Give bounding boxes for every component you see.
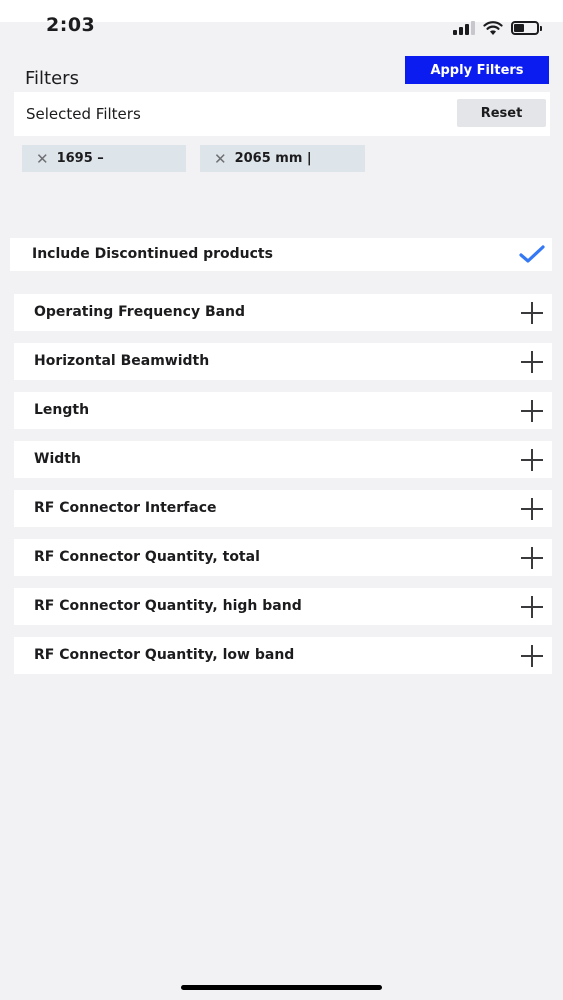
- filter-category-rf-connector-quantity-low-band[interactable]: RF Connector Quantity, low band: [14, 637, 552, 674]
- remove-chip-icon[interactable]: ✕: [36, 150, 49, 168]
- filter-category-rf-connector-quantity-high-band[interactable]: RF Connector Quantity, high band: [14, 588, 552, 625]
- filter-category-label: Operating Frequency Band: [34, 304, 246, 320]
- expand-plus-icon[interactable]: [521, 596, 543, 618]
- filter-category-operating-frequency-band[interactable]: Operating Frequency Band: [14, 294, 552, 331]
- checkmark-icon[interactable]: [519, 244, 545, 264]
- filter-category-label: Horizontal Beamwidth: [34, 353, 210, 369]
- filter-chip[interactable]: ✕ 1695 –: [22, 145, 186, 172]
- reset-button[interactable]: Reset: [457, 99, 546, 127]
- filter-category-label: Width: [34, 451, 81, 467]
- battery-level: [514, 24, 524, 32]
- filter-category-label: RF Connector Quantity, low band: [34, 647, 295, 663]
- page-title: Filters: [25, 68, 79, 89]
- filter-chip-label: 1695 –: [56, 151, 104, 166]
- expand-plus-icon[interactable]: [521, 302, 543, 324]
- status-icons: [453, 18, 542, 38]
- filter-category-label: RF Connector Quantity, total: [34, 549, 260, 565]
- filter-category-length[interactable]: Length: [14, 392, 552, 429]
- filter-chip-label: 2065 mm |: [234, 151, 312, 166]
- wifi-icon: [483, 20, 503, 35]
- expand-plus-icon[interactable]: [521, 645, 543, 667]
- filter-category-label: RF Connector Interface: [34, 500, 217, 516]
- cellular-signal-icon: [453, 21, 475, 35]
- home-indicator[interactable]: [181, 985, 382, 990]
- expand-plus-icon[interactable]: [521, 498, 543, 520]
- include-discontinued-label: Include Discontinued products: [32, 246, 273, 262]
- selected-filters-bar: Selected Filters Reset: [14, 92, 550, 136]
- filter-categories-list: Operating Frequency Band Horizontal Beam…: [14, 294, 552, 686]
- include-discontinued-toggle[interactable]: Include Discontinued products: [10, 238, 552, 271]
- apply-filters-button[interactable]: Apply Filters: [405, 56, 549, 84]
- expand-plus-icon[interactable]: [521, 449, 543, 471]
- expand-plus-icon[interactable]: [521, 400, 543, 422]
- filter-chip[interactable]: ✕ 2065 mm |: [200, 145, 365, 172]
- remove-chip-icon[interactable]: ✕: [214, 150, 227, 168]
- filter-category-rf-connector-quantity-total[interactable]: RF Connector Quantity, total: [14, 539, 552, 576]
- status-time: 2:03: [46, 14, 96, 36]
- expand-plus-icon[interactable]: [521, 351, 543, 373]
- battery-icon: [511, 21, 542, 35]
- filter-category-label: Length: [34, 402, 90, 418]
- expand-plus-icon[interactable]: [521, 547, 543, 569]
- selected-filters-label: Selected Filters: [26, 105, 141, 123]
- filter-category-width[interactable]: Width: [14, 441, 552, 478]
- filter-category-horizontal-beamwidth[interactable]: Horizontal Beamwidth: [14, 343, 552, 380]
- filter-category-rf-connector-interface[interactable]: RF Connector Interface: [14, 490, 552, 527]
- filter-category-label: RF Connector Quantity, high band: [34, 598, 302, 614]
